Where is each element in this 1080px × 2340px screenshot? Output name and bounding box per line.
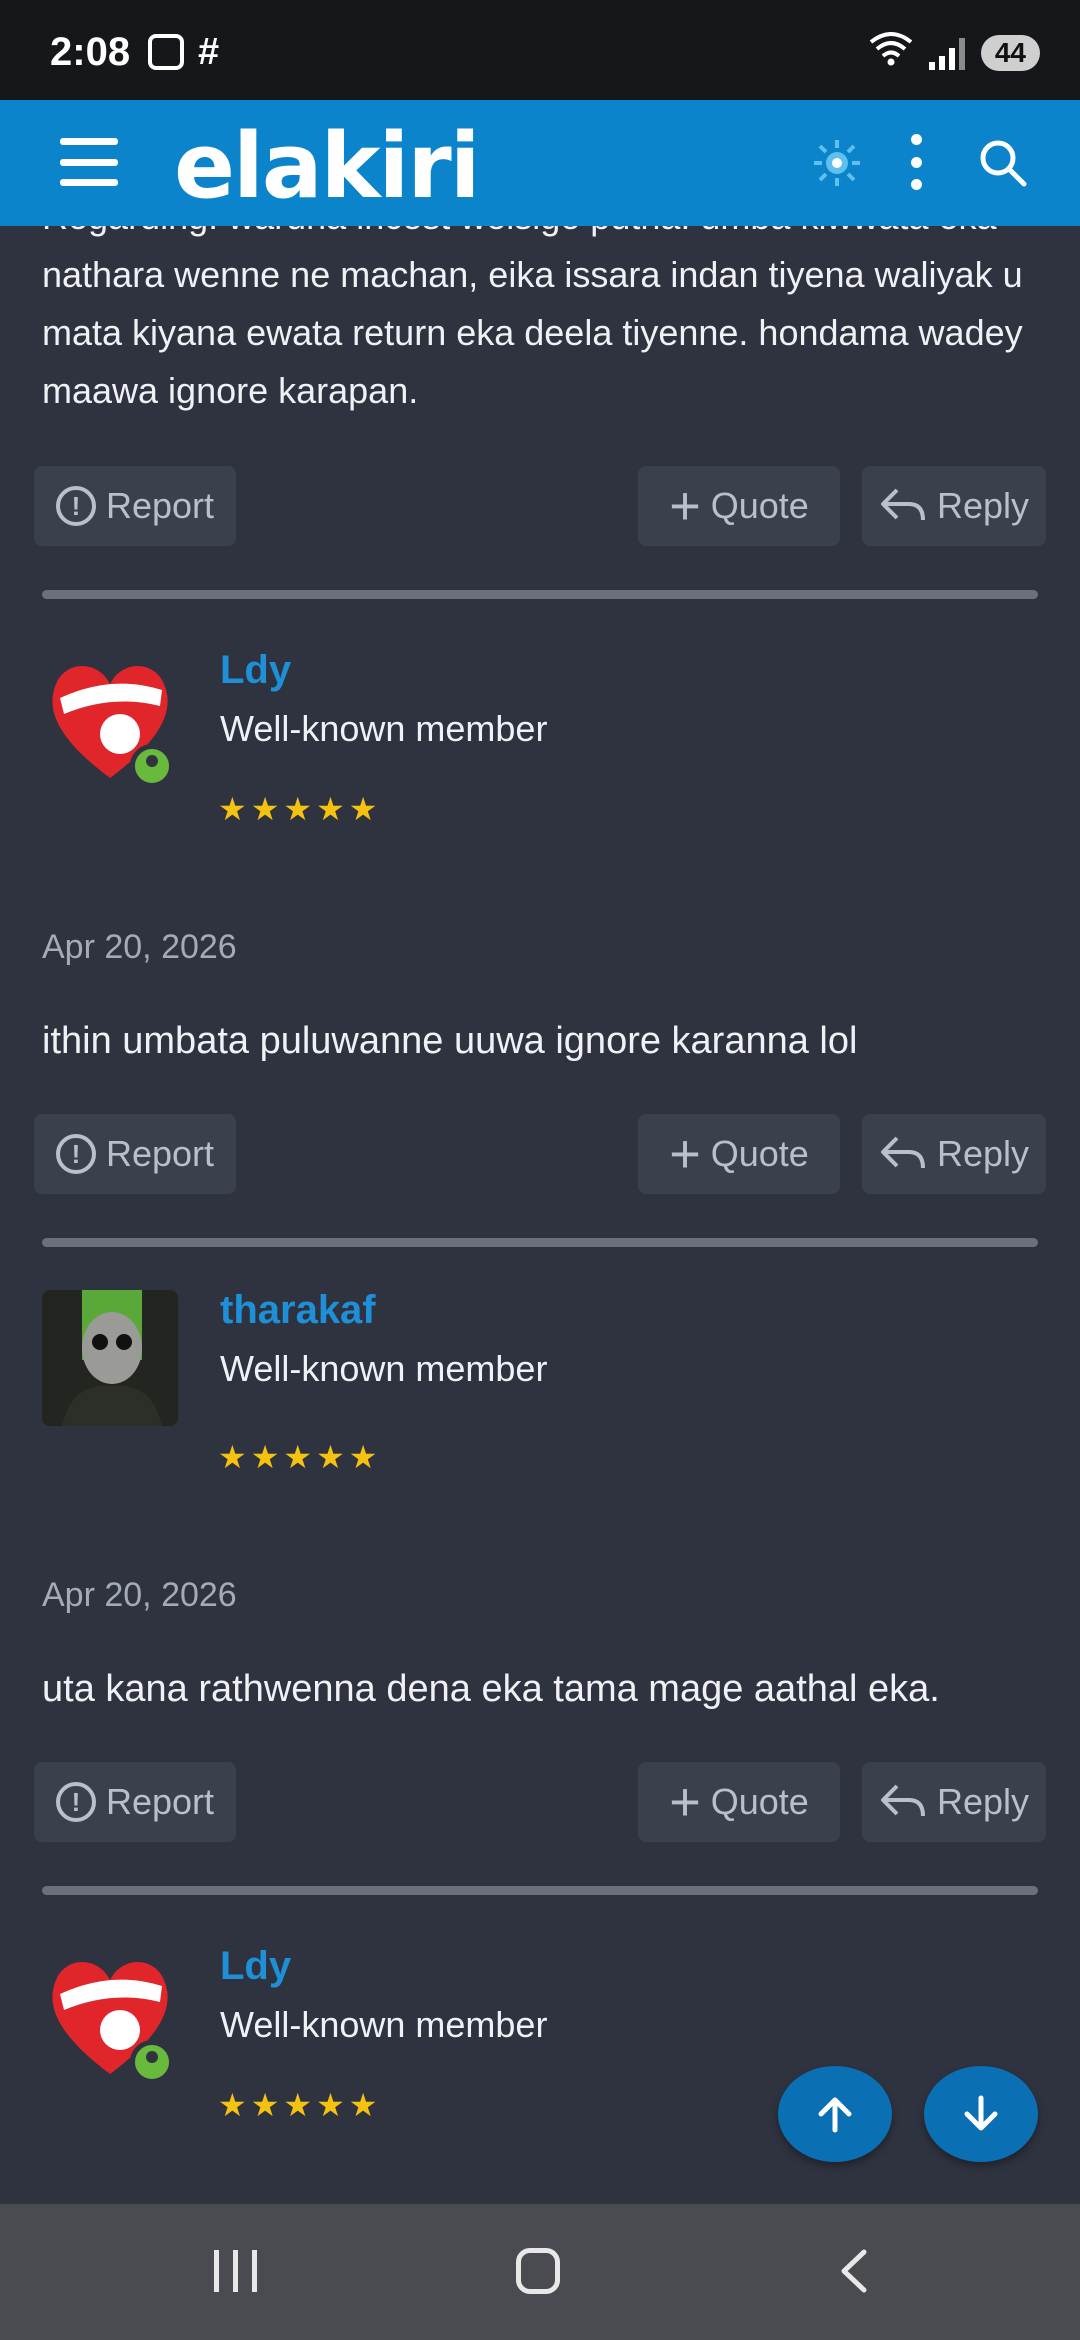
report-label: Report (105, 485, 215, 526)
reply-button[interactable]: Reply (862, 1114, 1046, 1194)
report-button[interactable]: ! Report (34, 1114, 236, 1194)
rating-stars: ★★★★★ (218, 791, 382, 827)
quote-button[interactable]: + Quote (638, 1762, 840, 1842)
quote-label: Quote (710, 1781, 809, 1822)
rating-stars: ★★★★★ (218, 1439, 382, 1475)
signal-icon (928, 36, 965, 70)
menu-icon[interactable] (60, 138, 118, 186)
post-date[interactable]: Apr 20, 2026 (42, 928, 237, 967)
arrow-up-icon (818, 2097, 852, 2133)
post-divider (42, 1238, 1038, 1247)
recent-apps-icon[interactable] (214, 2250, 257, 2292)
post-divider (42, 590, 1038, 599)
username[interactable]: Ldy (220, 1944, 291, 1989)
report-button[interactable]: ! Report (34, 466, 236, 546)
plus-icon: + (669, 476, 701, 536)
post-date[interactable]: Apr 20, 2026 (42, 1576, 237, 1615)
wifi-icon (869, 30, 913, 75)
scroll-top-button[interactable] (778, 2066, 892, 2162)
quote-button[interactable]: + Quote (638, 1114, 840, 1194)
online-status-icon (130, 744, 174, 788)
alert-icon: ! (55, 1782, 96, 1822)
system-nav-bar (0, 2204, 1080, 2340)
report-label: Report (105, 1133, 215, 1174)
plus-icon: + (669, 1772, 701, 1832)
status-right-icons: 44 (869, 30, 1040, 75)
post-body: Regarding: waruna incest welsige putha: … (42, 226, 1023, 411)
status-time: 2:08 (50, 30, 131, 74)
site-logo[interactable]: elakiri (174, 114, 481, 219)
reply-icon (880, 488, 925, 521)
rating-stars: ★★★★★ (218, 2087, 382, 2123)
quote-button[interactable]: + Quote (638, 466, 840, 546)
slack-icon: # (198, 31, 220, 73)
more-options-icon[interactable] (904, 134, 928, 190)
reply-button[interactable]: Reply (862, 1762, 1046, 1842)
plus-icon: + (669, 1124, 701, 1184)
scroll-bottom-button[interactable] (924, 2066, 1038, 2162)
username[interactable]: Ldy (220, 648, 291, 693)
quote-label: Quote (710, 1133, 809, 1174)
report-button[interactable]: ! Report (34, 1762, 236, 1842)
reply-button[interactable]: Reply (862, 466, 1046, 546)
status-left-icons: # (148, 31, 220, 73)
quote-label: Quote (710, 485, 809, 526)
theme-toggle-icon[interactable] (810, 136, 864, 190)
alert-icon: ! (55, 1134, 96, 1174)
username[interactable]: tharakaf (220, 1288, 376, 1333)
post-body: ithin umbata puluwanne uuwa ignore karan… (42, 1020, 858, 1062)
reply-label: Reply (936, 485, 1030, 526)
reply-icon (880, 1784, 925, 1817)
screenshot-icon (148, 34, 184, 70)
reply-label: Reply (936, 1133, 1030, 1174)
status-bar: 2:08 # 44 (0, 0, 1080, 100)
avatar[interactable] (42, 1290, 178, 1426)
reply-icon (880, 1136, 925, 1169)
battery-indicator: 44 (980, 34, 1040, 71)
search-icon[interactable] (976, 136, 1030, 190)
alert-icon: ! (55, 486, 96, 526)
post-divider (42, 1886, 1038, 1895)
user-title: Well-known member (220, 708, 548, 749)
arrow-down-icon (964, 2095, 998, 2131)
reply-label: Reply (936, 1781, 1030, 1822)
report-label: Report (105, 1781, 215, 1822)
user-title: Well-known member (220, 2004, 548, 2045)
post-body: uta kana rathwenna dena eka tama mage aa… (42, 1668, 940, 1710)
user-title: Well-known member (220, 1348, 548, 1389)
online-status-icon (130, 2040, 174, 2084)
back-icon[interactable] (832, 2248, 878, 2294)
home-icon[interactable] (516, 2248, 560, 2294)
app-header: elakiri (0, 100, 1080, 226)
thread-content: Regarding: waruna incest welsige putha: … (0, 226, 1080, 2204)
